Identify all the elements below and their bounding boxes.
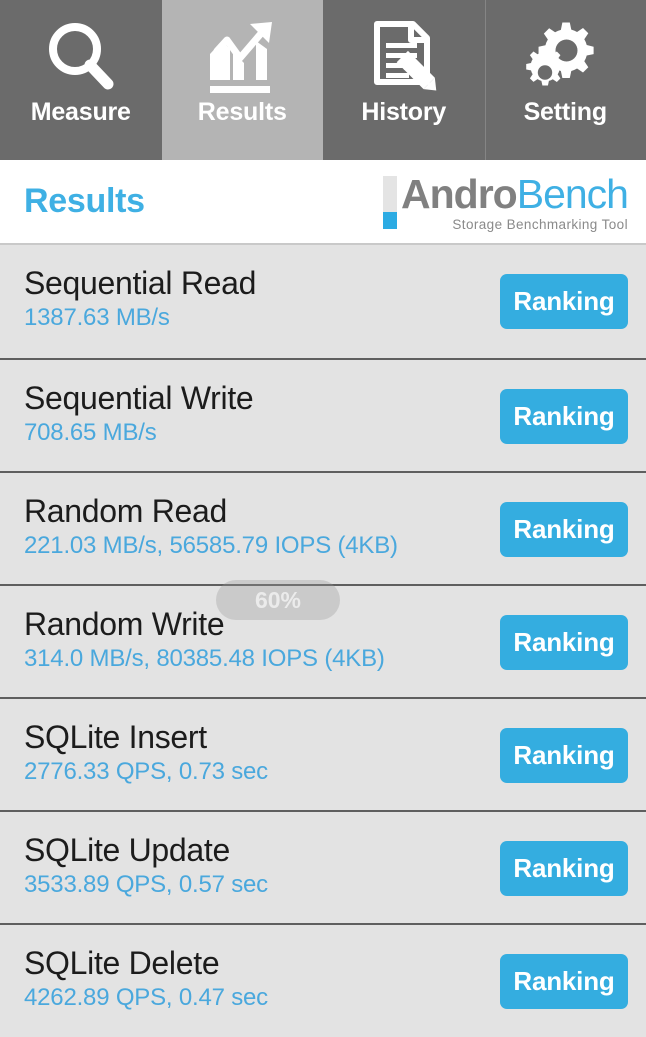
tab-history-label: History: [361, 98, 447, 126]
tab-setting[interactable]: Setting: [484, 0, 646, 160]
logo-wordmark: AndroBench: [401, 171, 629, 217]
result-value: 314.0 MB/s, 80385.48 IOPS (4KB): [24, 645, 385, 672]
ranking-button[interactable]: Ranking: [500, 389, 628, 444]
document-pencil-icon: [323, 14, 485, 100]
result-value: 221.03 MB/s, 56585.79 IOPS (4KB): [24, 532, 398, 559]
logo-bar-icon: [383, 176, 398, 229]
result-value: 2776.33 QPS, 0.73 sec: [24, 758, 268, 785]
tab-history[interactable]: History: [323, 0, 485, 160]
result-row-sqlite-update[interactable]: SQLite Update 3533.89 QPS, 0.57 sec Rank…: [0, 810, 646, 923]
tab-measure[interactable]: Measure: [0, 0, 162, 160]
logo-subtitle: Storage Benchmarking Tool: [452, 217, 628, 232]
page-title: Results: [24, 182, 145, 220]
result-texts: Sequential Write 708.65 MB/s: [24, 380, 486, 448]
result-texts: Random Write 314.0 MB/s, 80385.48 IOPS (…: [24, 606, 486, 674]
ranking-button[interactable]: Ranking: [500, 502, 628, 557]
bar-chart-trend-icon: [162, 14, 324, 100]
result-row-sequential-write[interactable]: Sequential Write 708.65 MB/s Ranking: [0, 358, 646, 471]
tab-results-label: Results: [197, 98, 287, 126]
result-value: 708.65 MB/s: [24, 419, 157, 446]
result-name: Sequential Read: [24, 265, 257, 301]
tab-results[interactable]: Results: [161, 0, 324, 160]
result-name: SQLite Insert: [24, 719, 207, 755]
result-row-sequential-read[interactable]: Sequential Read 1387.63 MB/s Ranking: [0, 245, 646, 358]
gears-icon: [485, 14, 646, 100]
result-texts: SQLite Update 3533.89 QPS, 0.57 sec: [24, 832, 486, 900]
result-value: 1387.63 MB/s: [24, 304, 170, 331]
result-row-sqlite-insert[interactable]: SQLite Insert 2776.33 QPS, 0.73 sec Rank…: [0, 697, 646, 810]
androbench-logo: AndroBench Storage Benchmarking Tool: [383, 171, 629, 234]
tab-measure-label: Measure: [30, 98, 131, 126]
result-value: 4262.89 QPS, 0.47 sec: [24, 984, 268, 1011]
result-texts: SQLite Insert 2776.33 QPS, 0.73 sec: [24, 719, 486, 787]
result-name: Sequential Write: [24, 380, 254, 416]
ranking-button[interactable]: Ranking: [500, 615, 628, 670]
result-row-random-write[interactable]: Random Write 314.0 MB/s, 80385.48 IOPS (…: [0, 584, 646, 697]
androbench-app: Measure Results History Setting Results …: [0, 0, 646, 1037]
ranking-button[interactable]: Ranking: [500, 728, 628, 783]
result-name: Random Write: [24, 606, 225, 642]
tab-bar: Measure Results History Setting: [0, 0, 646, 160]
result-row-random-read[interactable]: Random Read 221.03 MB/s, 56585.79 IOPS (…: [0, 471, 646, 584]
ranking-button[interactable]: Ranking: [500, 841, 628, 896]
logo-text: AndroBench Storage Benchmarking Tool: [401, 171, 629, 232]
result-row-sqlite-delete[interactable]: SQLite Delete 4262.89 QPS, 0.47 sec Rank…: [0, 923, 646, 1036]
result-value: 3533.89 QPS, 0.57 sec: [24, 871, 268, 898]
result-name: SQLite Update: [24, 832, 231, 868]
magnifier-icon: [0, 14, 162, 100]
result-texts: Random Read 221.03 MB/s, 56585.79 IOPS (…: [24, 493, 486, 561]
result-name: Random Read: [24, 493, 228, 529]
logo-primary: Andro: [401, 171, 518, 217]
ranking-button[interactable]: Ranking: [500, 274, 628, 329]
results-list[interactable]: Sequential Read 1387.63 MB/s Ranking Seq…: [0, 245, 646, 1037]
tab-setting-label: Setting: [523, 98, 608, 126]
result-texts: SQLite Delete 4262.89 QPS, 0.47 sec: [24, 945, 486, 1013]
page-header: Results AndroBench Storage Benchmarking …: [0, 160, 646, 245]
ranking-button[interactable]: Ranking: [500, 954, 628, 1009]
result-texts: Sequential Read 1387.63 MB/s: [24, 265, 486, 333]
logo-secondary: Bench: [516, 171, 629, 217]
result-name: SQLite Delete: [24, 945, 220, 981]
